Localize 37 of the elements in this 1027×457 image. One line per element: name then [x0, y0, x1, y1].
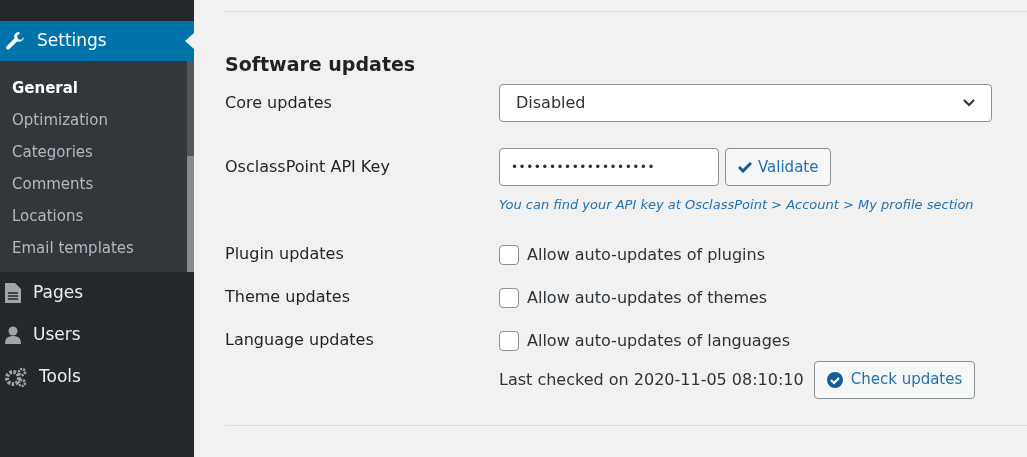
- user-icon: [5, 326, 21, 344]
- help-text: You can find your API key at OsclassPoint > Account > My profile section: [499, 196, 974, 214]
- checkbox-label: Allow auto-updates of languages: [527, 329, 790, 352]
- check-circle-icon: [826, 371, 843, 388]
- submenu-item[interactable]: Locations: [0, 205, 187, 237]
- field-label: Plugin updates: [225, 242, 345, 265]
- checkbox[interactable]: [499, 244, 519, 265]
- core-updates-select[interactable]: Disabled: [499, 84, 992, 122]
- checkbox[interactable]: [499, 330, 519, 351]
- section-title: Software updates: [225, 52, 417, 76]
- checkbox-label: Allow auto-updates of plugins: [527, 243, 765, 266]
- wrench-icon: [5, 31, 25, 51]
- field-label: Theme updates: [225, 285, 351, 308]
- current-pointer-icon: [185, 33, 194, 49]
- checkbox[interactable]: [499, 287, 519, 308]
- chevron-down-icon: [963, 99, 975, 107]
- sidebar-item[interactable]: Users: [0, 314, 194, 356]
- gears-icon: [5, 367, 27, 387]
- field-label: OsclassPoint API Key: [225, 156, 391, 178]
- checkbox-label: Allow auto-updates of themes: [527, 286, 768, 309]
- api-key-field[interactable]: •••••••••••••••••••: [499, 148, 719, 186]
- check-updates-button[interactable]: Check updates: [813, 360, 976, 399]
- sidebar-item[interactable]: Tools: [0, 356, 194, 398]
- check-icon: [738, 161, 752, 173]
- submenu-item[interactable]: Comments: [0, 173, 187, 205]
- submenu-item[interactable]: Email templates: [0, 237, 187, 269]
- page-icon: [5, 283, 21, 303]
- submenu-item[interactable]: Categories: [0, 141, 187, 173]
- scrollbar[interactable]: [187, 61, 194, 272]
- field-label: Language updates: [225, 328, 375, 351]
- submenu-item[interactable]: Optimization: [0, 109, 187, 141]
- submenu-item[interactable]: General: [0, 77, 187, 109]
- sidebar-item[interactable]: Settings: [0, 21, 194, 61]
- field-label: Core updates: [225, 92, 333, 114]
- last-checked-text: Last checked on 2020-11-05 08:10:10: [499, 368, 804, 391]
- validate-button[interactable]: Validate: [725, 148, 832, 186]
- sidebar-item[interactable]: Pages: [0, 272, 194, 314]
